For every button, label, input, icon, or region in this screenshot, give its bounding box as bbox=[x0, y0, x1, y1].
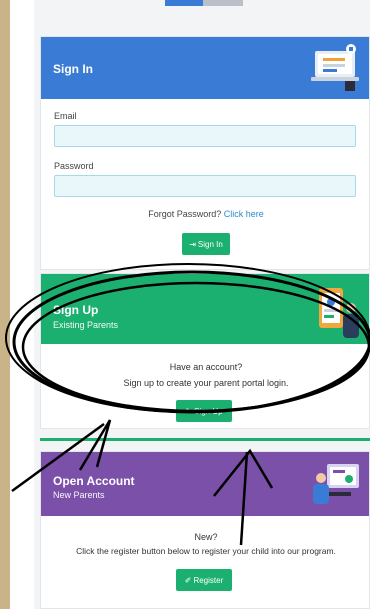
open-account-title: Open Account bbox=[53, 474, 135, 488]
signin-card: Sign In Email Password Forgot Password? … bbox=[40, 36, 370, 270]
signin-button[interactable]: ⇥ Sign In bbox=[182, 233, 230, 255]
forgot-password-row: Forgot Password? Click here bbox=[41, 209, 370, 219]
signup-question: Have an account? bbox=[169, 362, 243, 372]
signin-header: Sign In bbox=[41, 37, 369, 99]
signup-card: Sign Up Existing Parents Have an account… bbox=[40, 273, 370, 429]
register-illustration-icon bbox=[313, 464, 359, 504]
open-account-header: Open Account New Parents bbox=[41, 452, 369, 516]
password-label: Password bbox=[54, 161, 94, 171]
email-label: Email bbox=[54, 111, 77, 121]
open-account-subtitle: New Parents bbox=[53, 490, 105, 500]
open-account-card: Open Account New Parents New? Click the … bbox=[40, 451, 370, 609]
signup-description: Sign up to create your parent portal log… bbox=[123, 378, 289, 388]
email-field[interactable] bbox=[54, 125, 356, 147]
signup-button-label: Sign Up bbox=[194, 406, 223, 416]
signin-icon: ⇥ bbox=[189, 239, 196, 249]
signup-button[interactable]: ✎ Sign Up bbox=[176, 400, 232, 422]
left-edge-stripe bbox=[0, 0, 10, 609]
open-account-question: New? bbox=[194, 532, 218, 542]
forgot-password-link[interactable]: Click here bbox=[224, 209, 264, 219]
password-field[interactable] bbox=[54, 175, 356, 197]
signup-title: Sign Up bbox=[53, 303, 99, 317]
signin-title: Sign In bbox=[53, 62, 93, 76]
register-icon: ✐ bbox=[184, 575, 192, 585]
signin-button-label: Sign In bbox=[197, 239, 223, 249]
register-button-label: Register bbox=[193, 575, 224, 585]
signup-icon: ✎ bbox=[185, 406, 193, 416]
register-button[interactable]: ✐ Register bbox=[176, 569, 232, 591]
forgot-password-text: Forgot Password? bbox=[148, 209, 222, 219]
signup-header: Sign Up Existing Parents bbox=[41, 274, 369, 344]
phone-signup-illustration-icon bbox=[319, 288, 359, 338]
top-tab-active[interactable] bbox=[165, 0, 203, 6]
open-account-description: Click the register button below to regis… bbox=[76, 546, 336, 556]
top-tab-inactive[interactable] bbox=[203, 0, 243, 6]
section-divider bbox=[40, 438, 370, 441]
signup-subtitle: Existing Parents bbox=[53, 320, 119, 330]
laptop-login-illustration-icon bbox=[311, 44, 359, 91]
top-tabs bbox=[165, 0, 243, 6]
